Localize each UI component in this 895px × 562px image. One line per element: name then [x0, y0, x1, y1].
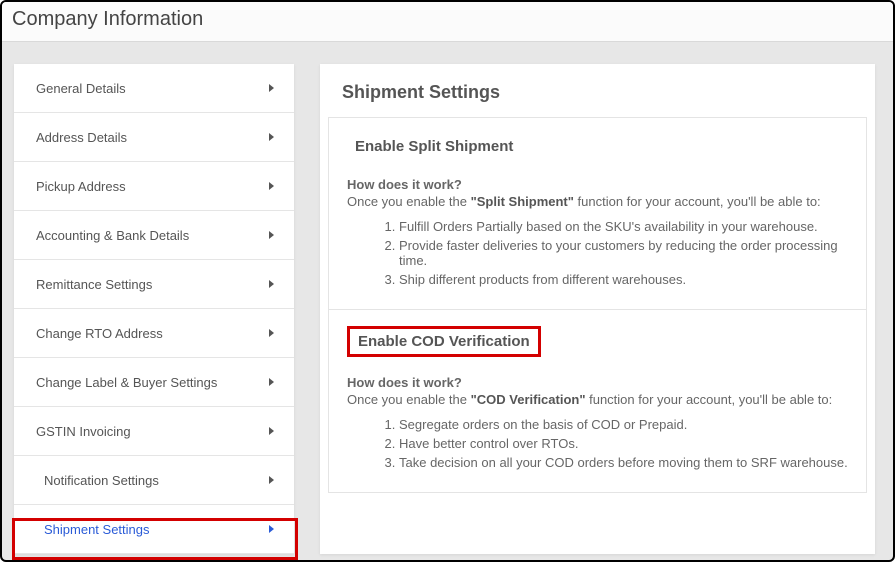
cod-points: Segregate orders on the basis of COD or …: [399, 417, 848, 470]
main-panel: Shipment Settings Enable Split Shipment …: [320, 64, 875, 554]
sidebar: General Details Address Details Pickup A…: [14, 64, 294, 554]
chevron-right-icon: [269, 525, 274, 533]
page-header: Company Information: [2, 2, 893, 42]
sidebar-item-label: GSTIN Invoicing: [36, 424, 131, 439]
intro-pre: Once you enable the: [347, 194, 471, 209]
chevron-right-icon: [269, 378, 274, 386]
chevron-right-icon: [269, 476, 274, 484]
sidebar-item-shipment-settings[interactable]: Shipment Settings: [14, 505, 294, 554]
sidebar-item-label: Remittance Settings: [36, 277, 152, 292]
how-text: Once you enable the "COD Verification" f…: [347, 392, 848, 407]
chevron-right-icon: [269, 182, 274, 190]
list-item: Take decision on all your COD orders bef…: [399, 455, 848, 470]
list-item: Provide faster deliveries to your custom…: [399, 238, 848, 268]
settings-panel: Enable Split Shipment How does it work? …: [328, 117, 867, 493]
sidebar-item-label: Notification Settings: [44, 473, 159, 488]
how-label: How does it work?: [347, 177, 848, 192]
list-item: Segregate orders on the basis of COD or …: [399, 417, 848, 432]
chevron-right-icon: [269, 280, 274, 288]
intro-post: function for your account, you'll be abl…: [586, 392, 833, 407]
section-split-shipment: Enable Split Shipment How does it work? …: [329, 118, 866, 310]
intro-pre: Once you enable the: [347, 392, 471, 407]
page-title: Company Information: [12, 8, 883, 31]
intro-post: function for your account, you'll be abl…: [574, 194, 821, 209]
sidebar-item-address-details[interactable]: Address Details: [14, 113, 294, 162]
sidebar-item-label: Change RTO Address: [36, 326, 163, 341]
section-title-split: Enable Split Shipment: [347, 134, 521, 159]
intro-bold: "COD Verification": [471, 392, 586, 407]
sidebar-item-label: General Details: [36, 81, 126, 96]
how-text: Once you enable the "Split Shipment" fun…: [347, 194, 848, 209]
sidebar-item-remittance-settings[interactable]: Remittance Settings: [14, 260, 294, 309]
sidebar-item-gstin-invoicing[interactable]: GSTIN Invoicing: [14, 407, 294, 456]
chevron-right-icon: [269, 231, 274, 239]
how-label: How does it work?: [347, 375, 848, 390]
section-cod-verification: Enable COD Verification How does it work…: [329, 310, 866, 492]
sidebar-item-label: Shipment Settings: [44, 522, 150, 537]
sidebar-item-pickup-address[interactable]: Pickup Address: [14, 162, 294, 211]
main-title: Shipment Settings: [320, 82, 875, 117]
list-item: Ship different products from different w…: [399, 272, 848, 287]
sidebar-item-accounting-bank[interactable]: Accounting & Bank Details: [14, 211, 294, 260]
sidebar-item-label: Accounting & Bank Details: [36, 228, 189, 243]
sidebar-item-label: Change Label & Buyer Settings: [36, 375, 217, 390]
sidebar-item-label: Pickup Address: [36, 179, 126, 194]
list-item: Have better control over RTOs.: [399, 436, 848, 451]
app-frame: Company Information General Details Addr…: [0, 0, 895, 562]
sidebar-item-change-rto[interactable]: Change RTO Address: [14, 309, 294, 358]
chevron-right-icon: [269, 133, 274, 141]
chevron-right-icon: [269, 427, 274, 435]
intro-bold: "Split Shipment": [471, 194, 574, 209]
split-points: Fulfill Orders Partially based on the SK…: [399, 219, 848, 287]
sidebar-item-notification-settings[interactable]: Notification Settings: [14, 456, 294, 505]
content-row: General Details Address Details Pickup A…: [2, 42, 893, 554]
chevron-right-icon: [269, 84, 274, 92]
list-item: Fulfill Orders Partially based on the SK…: [399, 219, 848, 234]
chevron-right-icon: [269, 329, 274, 337]
section-title-cod: Enable COD Verification: [347, 326, 541, 357]
sidebar-item-label: Address Details: [36, 130, 127, 145]
sidebar-item-change-label-buyer[interactable]: Change Label & Buyer Settings: [14, 358, 294, 407]
sidebar-item-general-details[interactable]: General Details: [14, 64, 294, 113]
